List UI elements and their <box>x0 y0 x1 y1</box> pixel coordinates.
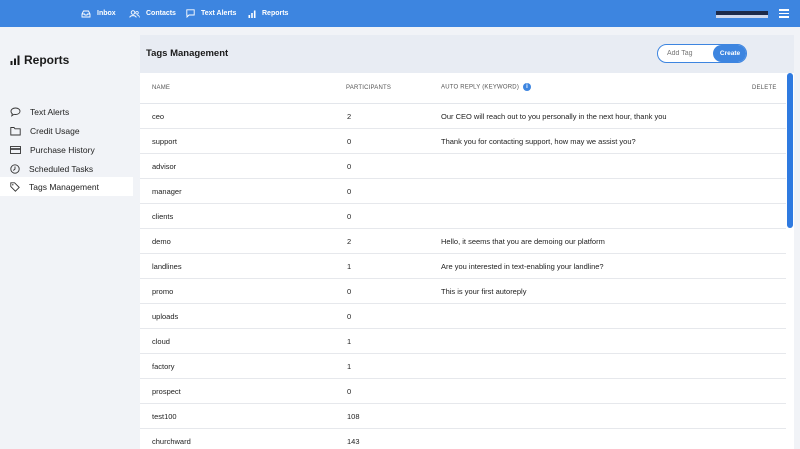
column-header-participants[interactable]: PARTICIPANTS <box>346 85 391 91</box>
sidebar-item-label: Scheduled Tasks <box>29 163 94 174</box>
column-header-name[interactable]: NAME <box>152 85 170 91</box>
column-header-auto-reply[interactable]: AUTO REPLY (KEYWORD) i <box>441 83 532 91</box>
tag-name-cell: support <box>152 137 178 146</box>
nav-contacts-label: Contacts <box>146 10 176 17</box>
table-row[interactable]: clients 0 <box>140 204 786 229</box>
add-tag-form: Create <box>657 44 747 63</box>
table-row[interactable]: demo 2 Hello, it seems that you are demoin… <box>140 229 786 254</box>
vertical-scrollbar[interactable] <box>787 73 793 228</box>
chat-bubble-icon <box>186 9 195 18</box>
tag-name-cell: landlines <box>152 262 182 271</box>
table-row[interactable]: support 0 Thank you for contacting support… <box>140 129 786 154</box>
participants-cell: 1 <box>347 362 352 371</box>
tag-name-cell: prospect <box>152 387 181 396</box>
page-title: Tags Management <box>146 48 229 59</box>
sidebar-item-text-alerts[interactable]: Text Alerts <box>0 102 133 121</box>
tag-name-cell: clients <box>152 212 174 221</box>
auto-reply-cell: Thank you for contacting support, how ma… <box>441 137 636 146</box>
auto-reply-cell: Are you interested in text-enabling your… <box>441 262 604 271</box>
sidebar-item-credit-usage[interactable]: Credit Usage <box>0 121 133 140</box>
column-header-delete[interactable]: DELETE <box>752 85 777 91</box>
table-row[interactable]: uploads 0 <box>140 304 786 329</box>
table-row[interactable]: landlines 1 Are you interested in text-ena… <box>140 254 786 279</box>
sidebar-title-text: Reports <box>24 53 70 67</box>
column-header-auto-reply-label: AUTO REPLY (KEYWORD) <box>441 84 520 91</box>
tag-name-cell: advisor <box>152 162 177 171</box>
participants-cell: 1 <box>347 262 352 271</box>
bar-chart-icon <box>248 10 256 18</box>
info-icon[interactable]: i <box>523 83 532 91</box>
bar-chart-icon <box>10 55 20 65</box>
nav-reports[interactable]: Reports <box>248 0 288 27</box>
sidebar-title: Reports <box>10 53 69 67</box>
tag-name-cell: promo <box>152 287 174 296</box>
participants-cell: 2 <box>347 112 352 121</box>
participants-cell: 1 <box>347 337 352 346</box>
tag-icon <box>10 181 20 192</box>
tag-name-cell: uploads <box>152 312 179 321</box>
tag-name-cell: factory <box>152 362 175 371</box>
panel-header: Tags Management Create <box>140 35 794 73</box>
table-row[interactable]: churchward 143 <box>140 429 786 449</box>
table-row[interactable]: advisor 0 <box>140 154 786 179</box>
contacts-icon <box>129 9 140 18</box>
participants-cell: 0 <box>347 287 352 296</box>
sidebar-item-tags-management[interactable]: Tags Management <box>0 177 133 196</box>
table-row[interactable]: promo 0 This is your first autoreply <box>140 279 786 304</box>
folder-icon <box>10 126 21 135</box>
menu-icon[interactable] <box>779 9 789 18</box>
inbox-icon <box>81 10 91 17</box>
participants-cell: 108 <box>347 412 360 421</box>
participants-cell: 0 <box>347 312 352 321</box>
auto-reply-cell: This is your first autoreply <box>441 287 527 296</box>
table-row[interactable]: cloud 1 <box>140 329 786 354</box>
participants-cell: 0 <box>347 162 352 171</box>
auto-reply-cell: Our CEO will reach out to you personally… <box>441 112 667 121</box>
table-row[interactable]: test100 108 <box>140 404 786 429</box>
nav-contacts[interactable]: Contacts <box>129 0 176 27</box>
sidebar-item-label: Tags Management <box>29 181 99 192</box>
tag-name-cell: cloud <box>152 337 170 346</box>
tag-name-cell: demo <box>152 237 171 246</box>
tag-name-cell: manager <box>152 187 182 196</box>
chat-bubble-icon <box>10 107 21 117</box>
nav-inbox-label: Inbox <box>97 10 116 17</box>
participants-cell: 143 <box>347 437 360 446</box>
participants-cell: 0 <box>347 187 352 196</box>
participants-cell: 0 <box>347 387 352 396</box>
credit-card-icon <box>10 145 21 154</box>
tag-name-cell: test100 <box>152 412 177 421</box>
add-tag-input[interactable] <box>658 45 714 62</box>
tags-panel: Tags Management Create NAME PARTICIPANTS… <box>140 35 794 449</box>
sidebar-item-label: Credit Usage <box>30 125 80 136</box>
create-button[interactable]: Create <box>713 45 746 62</box>
top-nav-bar: Inbox Contacts Text Alerts Reports <box>0 0 800 27</box>
clock-icon <box>10 163 20 174</box>
nav-text-alerts-label: Text Alerts <box>201 10 237 17</box>
nav-text-alerts[interactable]: Text Alerts <box>186 0 236 27</box>
participants-cell: 0 <box>347 137 352 146</box>
auto-reply-cell: Hello, it seems that you are demoing our… <box>441 237 605 246</box>
sidebar: Reports Text Alerts Credit Usage Purchas… <box>0 27 133 449</box>
participants-cell: 0 <box>347 212 352 221</box>
sidebar-item-scheduled-tasks[interactable]: Scheduled Tasks <box>0 159 133 178</box>
tag-name-cell: ceo <box>152 112 165 121</box>
participants-cell: 2 <box>347 237 352 246</box>
sidebar-item-purchase-history[interactable]: Purchase History <box>0 140 133 159</box>
table-row[interactable]: ceo 2 Our CEO will reach out to you person… <box>140 104 786 129</box>
table-row[interactable]: factory 1 <box>140 354 786 379</box>
table-row[interactable]: manager 0 <box>140 179 786 204</box>
tag-name-cell: churchward <box>152 437 191 446</box>
nav-inbox[interactable]: Inbox <box>81 0 116 27</box>
redacted-phone-number <box>716 11 768 18</box>
nav-reports-label: Reports <box>262 10 289 17</box>
table-row[interactable]: prospect 0 <box>140 379 786 404</box>
sidebar-item-label: Text Alerts <box>30 106 70 117</box>
sidebar-item-label: Purchase History <box>30 144 95 155</box>
